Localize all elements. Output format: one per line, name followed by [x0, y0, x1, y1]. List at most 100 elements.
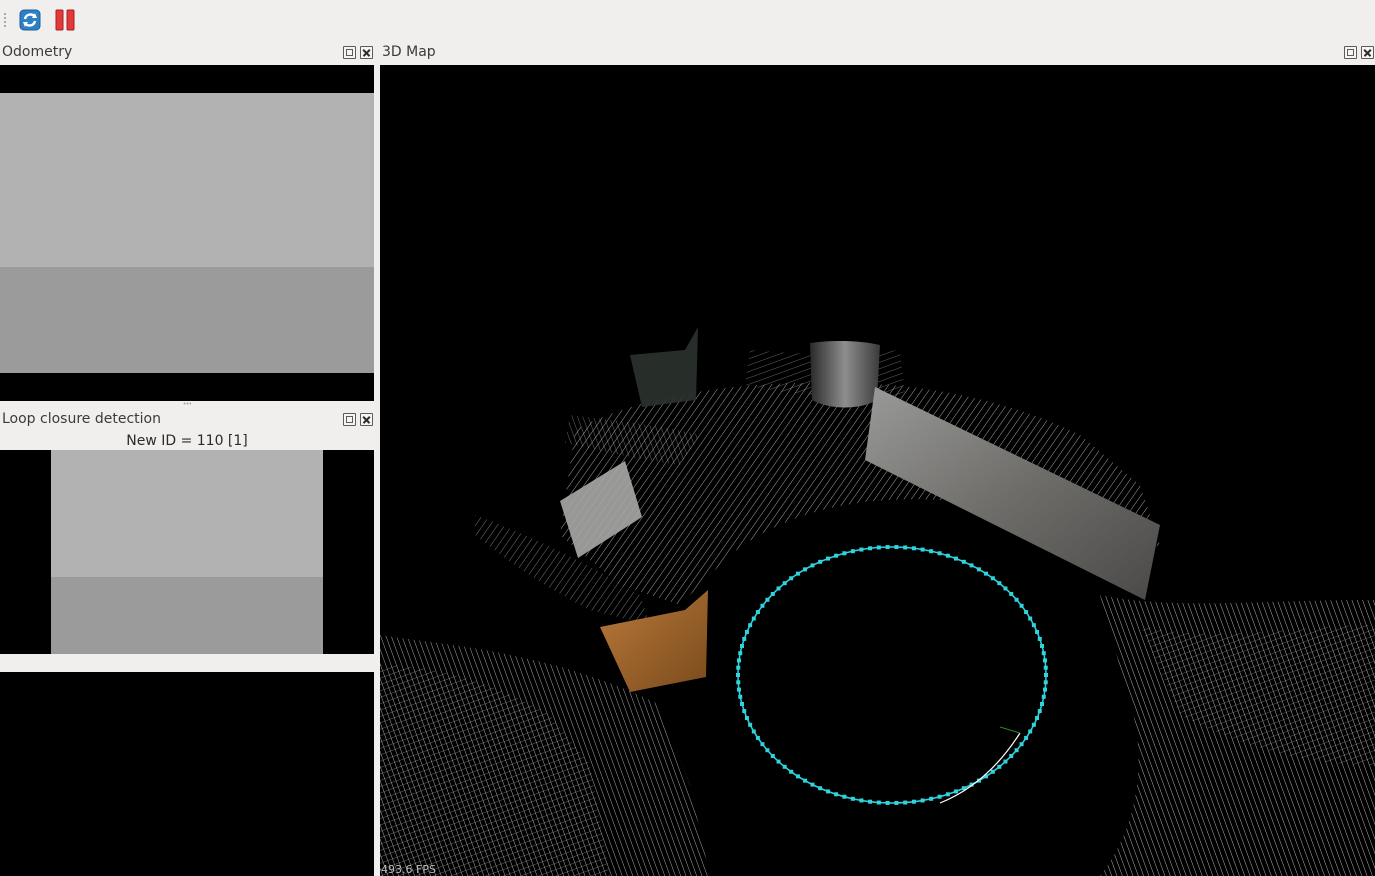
- odometry-float-button[interactable]: [343, 46, 356, 59]
- odometry-splitter[interactable]: [183, 402, 191, 405]
- trajectory-node: [751, 616, 756, 621]
- trajectory-node: [1009, 754, 1014, 759]
- trajectory-node: [859, 547, 864, 552]
- trajectory-node: [736, 680, 741, 685]
- trajectory-node: [859, 798, 864, 803]
- loop-closure-float-button[interactable]: [343, 413, 356, 426]
- odometry-close-button[interactable]: [360, 46, 373, 59]
- trajectory-node: [818, 786, 823, 791]
- trajectory-node: [737, 687, 742, 692]
- trajectory-node: [782, 581, 787, 586]
- trajectory-node: [929, 796, 934, 801]
- trajectory-loop: [736, 545, 1048, 805]
- trajectory-node: [744, 629, 749, 634]
- map3d-view[interactable]: 493.6 FPS: [380, 65, 1375, 876]
- trajectory-node: [937, 551, 942, 556]
- loop-closure-match-image[interactable]: [0, 672, 374, 876]
- trajectory-node: [818, 559, 823, 564]
- trajectory-node: [1014, 748, 1019, 753]
- odometry-dock-title: Odometry: [2, 44, 73, 60]
- trajectory-node: [1042, 658, 1047, 663]
- trajectory-node: [736, 673, 740, 677]
- trajectory-node: [737, 658, 742, 663]
- trajectory-node: [738, 651, 743, 656]
- trajectory-node: [751, 729, 756, 734]
- trajectory-node: [945, 792, 950, 797]
- trajectory-node: [842, 794, 847, 799]
- map3d-float-button[interactable]: [1344, 46, 1357, 59]
- loop-image-floor: [51, 577, 323, 654]
- odometry-dock-buttons: [343, 46, 373, 60]
- trajectory-node: [755, 735, 760, 740]
- trajectory-line: [737, 546, 1047, 804]
- trajectory-node: [1039, 701, 1044, 706]
- trajectory-node: [789, 576, 794, 581]
- trajectory-node: [1003, 586, 1008, 591]
- trajectory-node: [894, 545, 899, 550]
- trajectory-node: [760, 742, 765, 747]
- trajectory-node: [1031, 623, 1036, 628]
- loop-closure-dock-buttons: [343, 413, 373, 427]
- trajectory-node: [997, 764, 1002, 769]
- trajectory-node: [876, 800, 881, 805]
- pause-button[interactable]: [51, 6, 79, 34]
- trajectory-node: [929, 549, 934, 554]
- trajectory-node: [744, 716, 749, 721]
- trajectory-node: [1037, 709, 1042, 714]
- trajectory-node: [1019, 603, 1024, 608]
- trajectory-node: [945, 553, 950, 558]
- trajectory-node: [810, 782, 815, 787]
- trajectory-node: [748, 722, 753, 727]
- cylinder-object: [810, 340, 880, 408]
- trajectory-node: [738, 694, 743, 699]
- trajectory-node: [1024, 610, 1029, 615]
- trajectory-node: [1039, 644, 1044, 649]
- trajectory-node: [1041, 651, 1046, 656]
- trajectory-node: [765, 748, 770, 753]
- trajectory-node: [748, 623, 753, 628]
- trajectory-node: [1014, 597, 1019, 602]
- trajectory-node: [834, 792, 839, 797]
- trajectory-node: [976, 567, 981, 572]
- trajectory-node: [984, 571, 989, 576]
- trajectory-node: [795, 774, 800, 779]
- loop-closure-close-button[interactable]: [360, 413, 373, 426]
- pose-axis-indicator: [999, 726, 1021, 734]
- trajectory-node: [1009, 591, 1014, 596]
- trajectory-node: [740, 701, 745, 706]
- trajectory-node: [776, 759, 781, 764]
- trajectory-node: [810, 563, 815, 568]
- refresh-icon: [19, 9, 41, 31]
- trajectory-node: [1037, 636, 1042, 641]
- trajectory-node: [903, 800, 908, 805]
- trajectory-node: [953, 556, 958, 561]
- pause-icon: [55, 9, 75, 31]
- trajectory-node: [911, 546, 916, 551]
- trajectory-node: [876, 545, 881, 550]
- trajectory-node: [834, 553, 839, 558]
- odometry-image-wall: [0, 93, 374, 267]
- trajectory-node: [776, 586, 781, 591]
- trajectory-node: [903, 545, 908, 550]
- trajectory-node: [868, 799, 873, 804]
- trajectory-node: [911, 799, 916, 804]
- refresh-button[interactable]: [16, 6, 44, 34]
- trajectory-node: [1028, 729, 1033, 734]
- trajectory-node: [770, 591, 775, 596]
- trajectory-node: [770, 754, 775, 759]
- loop-closure-status: New ID = 110 [1]: [126, 433, 248, 449]
- trajectory-node: [953, 789, 958, 794]
- loop-closure-new-image[interactable]: [0, 450, 374, 654]
- toolbar-grip[interactable]: [3, 12, 7, 28]
- trajectory-node: [765, 597, 770, 602]
- trajectory-node: [1041, 694, 1046, 699]
- odometry-image-view[interactable]: [0, 65, 374, 401]
- trajectory-node: [826, 789, 831, 794]
- trajectory-node: [885, 545, 890, 550]
- trajectory-node: [920, 547, 925, 552]
- trajectory-node: [1024, 735, 1029, 740]
- trajectory-node: [1044, 673, 1048, 677]
- map3d-close-button[interactable]: [1361, 46, 1374, 59]
- fps-counter: 493.6 FPS: [381, 863, 436, 876]
- trajectory-node: [868, 546, 873, 551]
